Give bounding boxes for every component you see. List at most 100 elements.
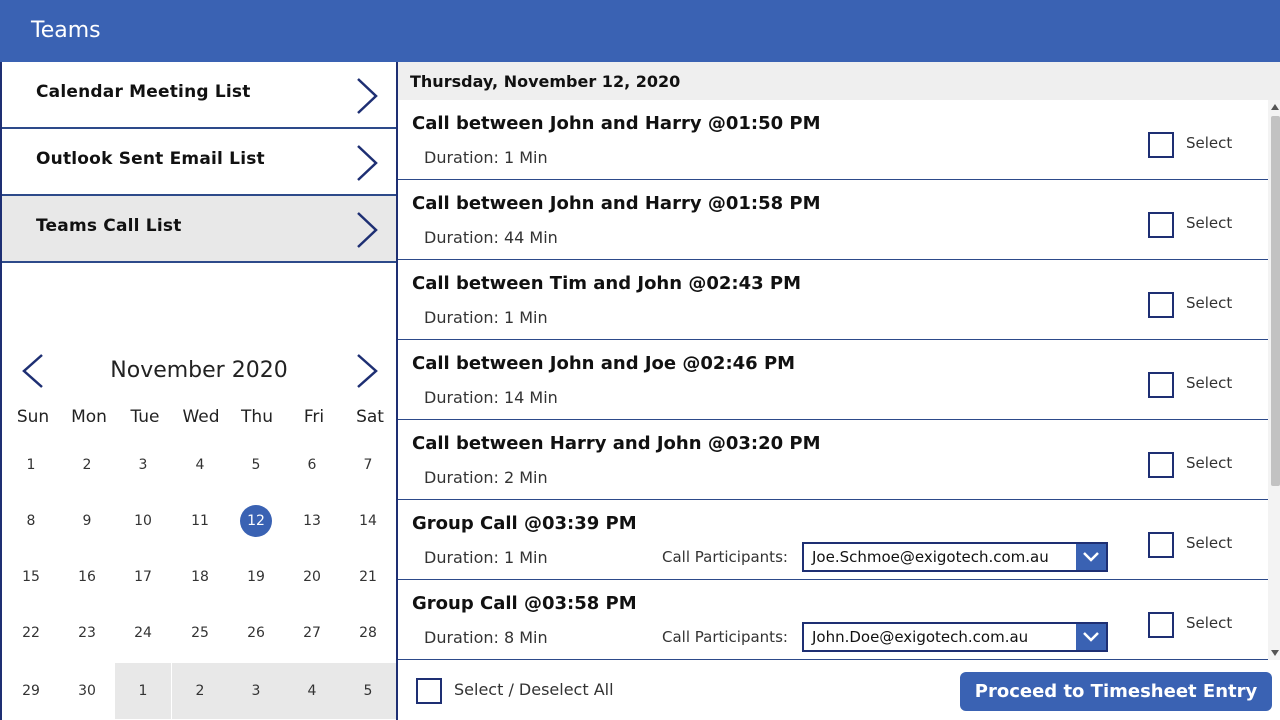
- scroll-up-arrow-icon[interactable]: [1271, 104, 1279, 110]
- main-panel: Thursday, November 12, 2020 Call between…: [396, 62, 1280, 720]
- call-list[interactable]: Call between John and Harry @01:50 PM Du…: [398, 100, 1268, 660]
- call-duration: Duration: 14 Min: [424, 388, 558, 407]
- calendar-day-next-month[interactable]: 2: [172, 663, 228, 719]
- dropdown-selected-value: Joe.Schmoe@exigotech.com.au: [812, 548, 1049, 566]
- selected-day-number: 12: [240, 505, 272, 537]
- select-checkbox[interactable]: [1148, 292, 1174, 318]
- nav-item-label: Outlook Sent Email List: [36, 149, 265, 169]
- weekday-label: Sat: [356, 407, 384, 427]
- nav-item-teams-call-list[interactable]: Teams Call List: [2, 196, 396, 263]
- calendar-day[interactable]: 2: [59, 437, 115, 493]
- call-participants-dropdown[interactable]: John.Doe@exigotech.com.au: [802, 622, 1108, 652]
- calendar-week: 15 16 17 18 19 20 21: [2, 549, 396, 605]
- calendar-day-next-month[interactable]: 4: [284, 663, 340, 719]
- call-list-scrollbar[interactable]: [1268, 100, 1280, 660]
- calendar-day-next-month[interactable]: 3: [228, 663, 284, 719]
- calendar-day-next-month[interactable]: 5: [340, 663, 396, 719]
- calendar-day[interactable]: 9: [59, 493, 115, 549]
- weekday-label: Sun: [16, 407, 50, 427]
- call-title: Group Call @03:58 PM: [412, 593, 637, 614]
- call-duration: Duration: 2 Min: [424, 468, 548, 487]
- calendar-week: 8 9 10 11 12 13 14: [2, 493, 396, 549]
- scroll-down-arrow-icon[interactable]: [1271, 650, 1279, 656]
- call-duration: Duration: 8 Min: [424, 628, 548, 647]
- sidebar: Calendar Meeting List Outlook Sent Email…: [0, 62, 396, 720]
- calendar-day[interactable]: 27: [284, 605, 340, 661]
- app-title: Teams: [31, 18, 101, 43]
- calendar-day[interactable]: 21: [340, 549, 396, 605]
- nav-item-calendar-meeting-list[interactable]: Calendar Meeting List: [2, 62, 396, 129]
- chevron-down-icon[interactable]: [1076, 624, 1106, 650]
- select-all-label: Select / Deselect All: [454, 680, 614, 699]
- calendar-day[interactable]: 7: [340, 437, 396, 493]
- calendar-day[interactable]: 23: [59, 605, 115, 661]
- calendar-day[interactable]: 16: [59, 549, 115, 605]
- calendar-day[interactable]: 1: [3, 437, 59, 493]
- select-label: Select: [1186, 374, 1233, 392]
- weekday-label: Mon: [71, 407, 107, 427]
- call-list-item: Call between Tim and John @02:43 PM Dura…: [398, 260, 1268, 340]
- calendar-day-next-month[interactable]: 1: [115, 663, 171, 719]
- select-checkbox[interactable]: [1148, 612, 1174, 638]
- select-checkbox[interactable]: [1148, 372, 1174, 398]
- select-all-checkbox[interactable]: [416, 678, 442, 704]
- calendar-day[interactable]: 24: [115, 605, 171, 661]
- calendar-day-selected[interactable]: 12: [228, 493, 284, 549]
- call-title: Call between John and Harry @01:50 PM: [412, 113, 821, 134]
- selected-date-label: Thursday, November 12, 2020: [410, 72, 681, 91]
- calendar-day[interactable]: 18: [172, 549, 228, 605]
- select-label: Select: [1186, 214, 1233, 232]
- calendar-day[interactable]: 13: [284, 493, 340, 549]
- select-checkbox[interactable]: [1148, 532, 1174, 558]
- calendar-next-month-icon[interactable]: [354, 352, 380, 390]
- date-header: Thursday, November 12, 2020: [398, 62, 1280, 100]
- call-duration: Duration: 1 Min: [424, 308, 548, 327]
- calendar-day[interactable]: 15: [3, 549, 59, 605]
- calendar-day[interactable]: 14: [340, 493, 396, 549]
- select-checkbox[interactable]: [1148, 452, 1174, 478]
- calendar-week: 22 23 24 25 26 27 28: [2, 605, 396, 661]
- calendar-day[interactable]: 22: [3, 605, 59, 661]
- call-list-item: Call between John and Joe @02:46 PM Dura…: [398, 340, 1268, 420]
- weekday-label: Tue: [130, 407, 160, 427]
- chevron-down-icon[interactable]: [1076, 544, 1106, 570]
- call-list-item: Call between Harry and John @03:20 PM Du…: [398, 420, 1268, 500]
- calendar-day[interactable]: 4: [172, 437, 228, 493]
- chevron-right-icon: [357, 78, 378, 114]
- calendar-day[interactable]: 26: [228, 605, 284, 661]
- call-duration: Duration: 1 Min: [424, 148, 548, 167]
- calendar-day[interactable]: 17: [115, 549, 171, 605]
- calendar-day[interactable]: 25: [172, 605, 228, 661]
- proceed-to-timesheet-button[interactable]: Proceed to Timesheet Entry: [960, 672, 1272, 711]
- calendar-day[interactable]: 29: [3, 663, 59, 719]
- calendar-day[interactable]: 28: [340, 605, 396, 661]
- calendar-day[interactable]: 3: [115, 437, 171, 493]
- calendar-day[interactable]: 20: [284, 549, 340, 605]
- nav-item-outlook-sent-email-list[interactable]: Outlook Sent Email List: [2, 129, 396, 196]
- select-label: Select: [1186, 294, 1233, 312]
- chevron-right-icon: [357, 212, 378, 248]
- calendar-day[interactable]: 6: [284, 437, 340, 493]
- calendar-day[interactable]: 30: [59, 663, 115, 719]
- select-checkbox[interactable]: [1148, 132, 1174, 158]
- call-title: Call between John and Harry @01:58 PM: [412, 193, 821, 214]
- calendar-day[interactable]: 19: [228, 549, 284, 605]
- call-title: Call between Harry and John @03:20 PM: [412, 433, 821, 454]
- dropdown-selected-value: John.Doe@exigotech.com.au: [812, 628, 1029, 646]
- select-checkbox[interactable]: [1148, 212, 1174, 238]
- weekday-label: Thu: [241, 407, 273, 427]
- select-label: Select: [1186, 534, 1233, 552]
- call-participants-dropdown[interactable]: Joe.Schmoe@exigotech.com.au: [802, 542, 1108, 572]
- calendar-day[interactable]: 5: [228, 437, 284, 493]
- call-participants-label: Call Participants:: [662, 628, 788, 646]
- calendar-day[interactable]: 10: [115, 493, 171, 549]
- call-list-item: Call between John and Harry @01:50 PM Du…: [398, 100, 1268, 180]
- calendar-month-label: November 2020: [110, 358, 288, 383]
- select-label: Select: [1186, 454, 1233, 472]
- calendar-day[interactable]: 8: [3, 493, 59, 549]
- calendar-day[interactable]: 11: [172, 493, 228, 549]
- call-list-item: Call between John and Harry @01:58 PM Du…: [398, 180, 1268, 260]
- call-participants-label: Call Participants:: [662, 548, 788, 566]
- call-title: Group Call @03:39 PM: [412, 513, 637, 534]
- scroll-thumb[interactable]: [1271, 116, 1280, 486]
